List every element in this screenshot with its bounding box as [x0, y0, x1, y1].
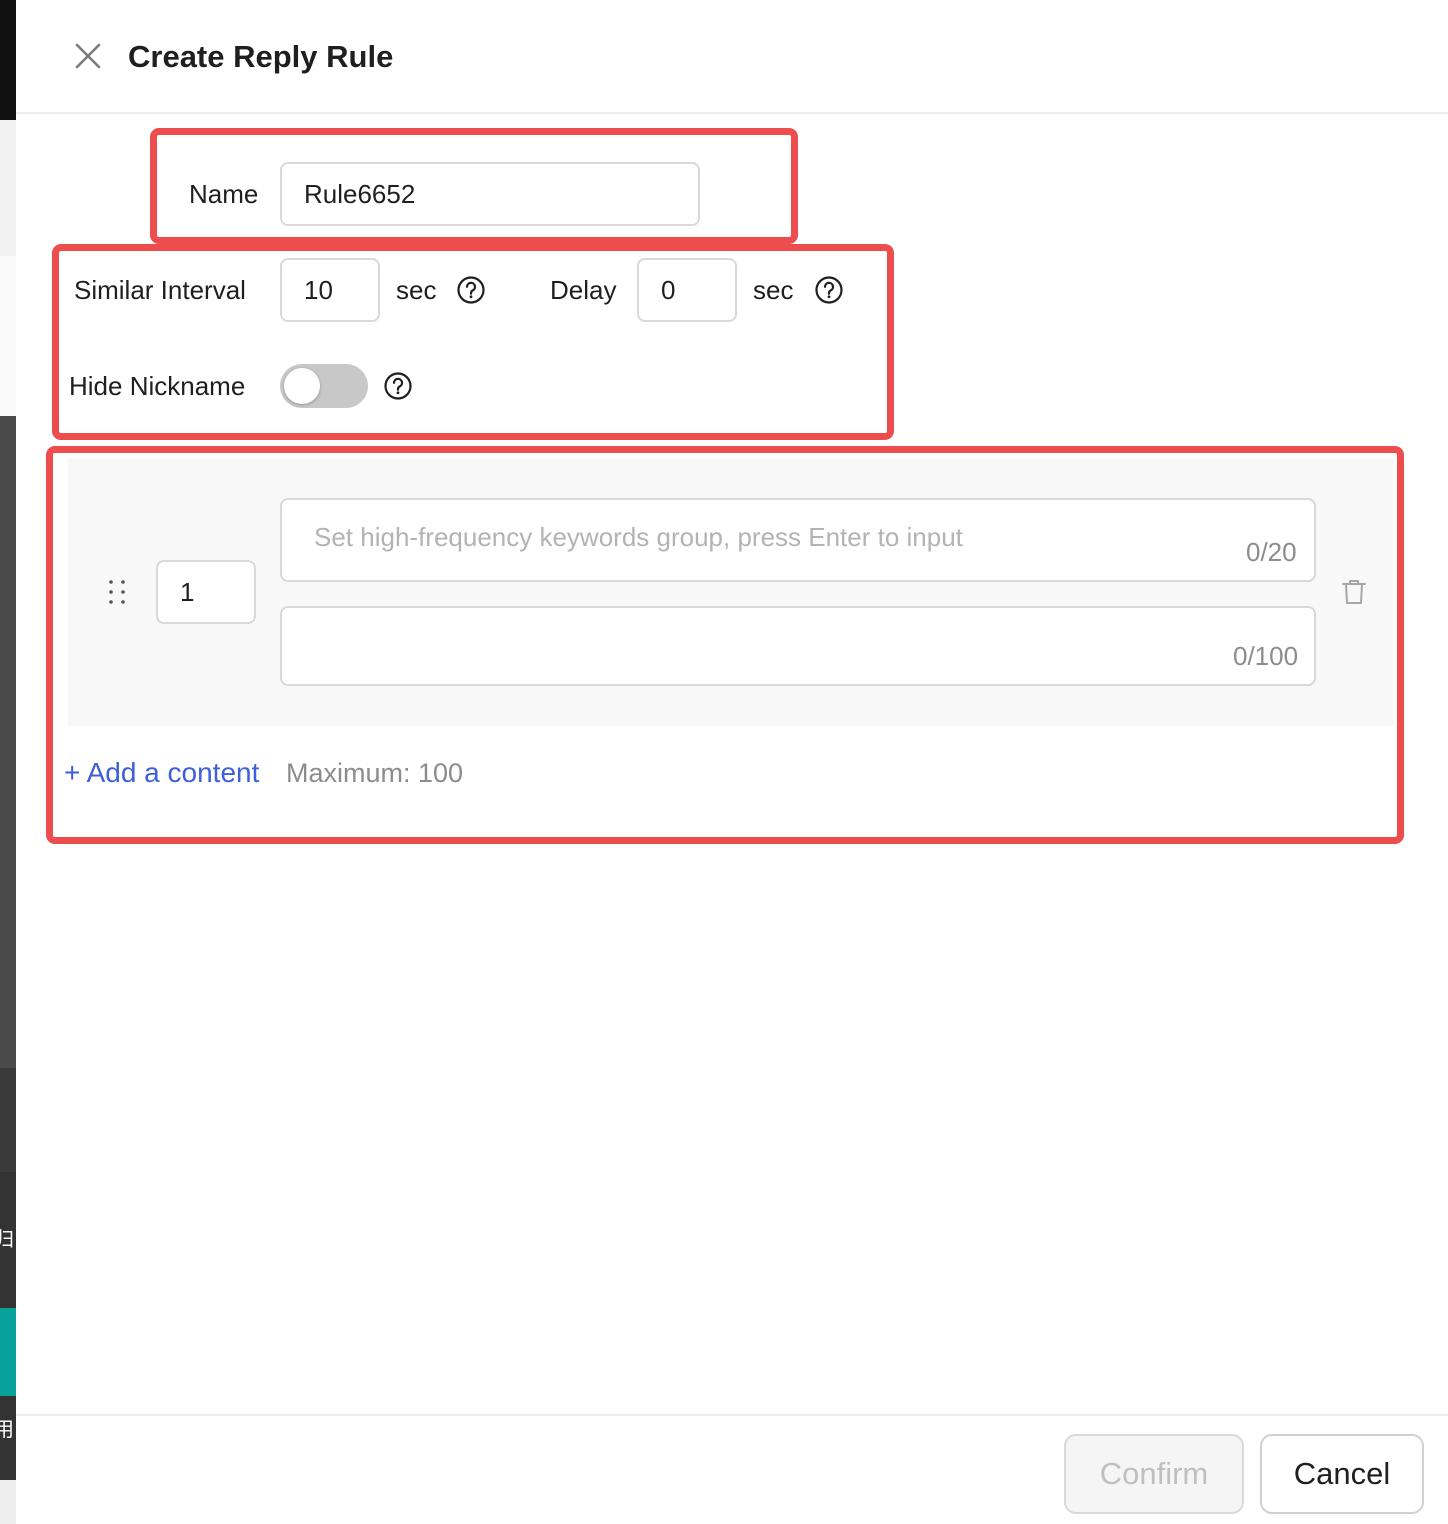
similar-interval-unit: sec [396, 275, 437, 305]
name-input[interactable] [280, 162, 700, 226]
drawer-title: Create Reply Rule [128, 39, 394, 74]
drawer-footer: Confirm Cancel [16, 1414, 1448, 1524]
background-segment [0, 120, 16, 256]
content-index-input[interactable] [156, 560, 256, 624]
keywords-counter: 0/20 [1246, 537, 1297, 567]
close-icon[interactable] [72, 40, 104, 72]
maximum-note: Maximum: 100 [286, 758, 464, 788]
hide-nickname-label: Hide Nickname [69, 371, 246, 401]
confirm-button[interactable]: Confirm [1064, 1434, 1244, 1514]
background-segment [0, 416, 16, 1068]
similar-interval-label: Similar Interval [74, 275, 246, 305]
background-segment [0, 0, 16, 120]
background-app-strip: 归 用 [0, 0, 16, 1524]
reply-content-counter: 0/100 [1233, 641, 1299, 671]
background-segment [0, 1068, 16, 1172]
keywords-input[interactable] [280, 498, 1316, 582]
delay-unit: sec [753, 275, 794, 305]
delay-input[interactable] [637, 258, 737, 322]
trash-icon[interactable] [1340, 578, 1368, 606]
question-circle-icon[interactable] [814, 275, 844, 305]
create-reply-rule-drawer: Create Reply Rule Name Similar Interval … [16, 0, 1448, 1524]
question-circle-icon[interactable] [456, 275, 486, 305]
add-content-link[interactable]: + Add a content [64, 756, 259, 790]
drag-handle-icon[interactable] [106, 578, 128, 606]
question-circle-icon[interactable] [383, 371, 413, 401]
background-segment [0, 256, 16, 416]
name-label: Name [189, 179, 259, 209]
background-glyph: 归 [0, 1229, 14, 1251]
reply-content-input[interactable] [280, 606, 1316, 686]
background-accent-segment [0, 1308, 16, 1396]
similar-interval-input[interactable] [280, 258, 380, 322]
hide-nickname-toggle[interactable] [280, 364, 368, 408]
background-segment [0, 1480, 16, 1524]
delay-label: Delay [550, 275, 617, 305]
drawer-header: Create Reply Rule [16, 0, 1448, 114]
toggle-knob [284, 368, 320, 404]
background-glyph: 用 [0, 1419, 14, 1441]
cancel-button[interactable]: Cancel [1260, 1434, 1424, 1514]
